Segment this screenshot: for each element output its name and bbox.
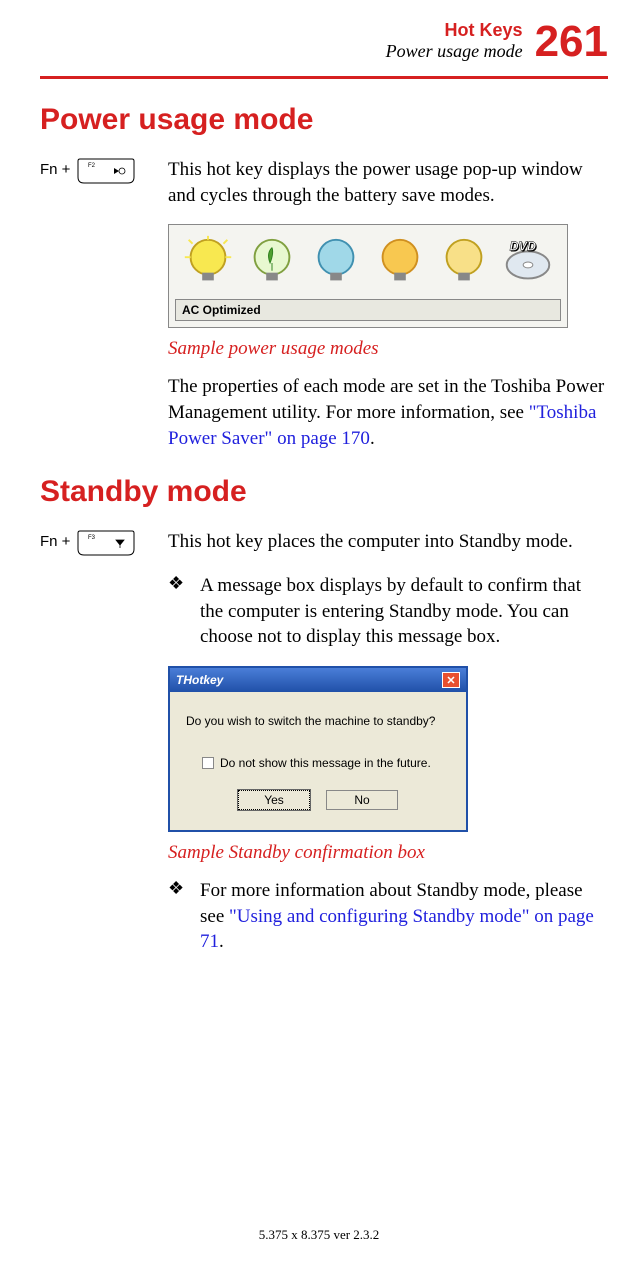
power-caption: Sample power usage modes [168,338,608,360]
f3-key-icon: F3 [76,529,136,557]
bulb-blue-icon [307,235,365,291]
bullet1-text: A message box displays by default to con… [200,573,608,650]
bullet2-b: . [219,931,224,952]
standby-intro-text: This hot key places the computer into St… [168,529,608,557]
bullet-standby-1: ❖ A message box displays by default to c… [168,573,608,650]
standby-config-link[interactable]: "Using and configuring Standby mode" on … [200,906,594,953]
hotkey-row-standby: Fn + F3 This hot key places the computer… [40,529,608,557]
fn-label-2: Fn + [40,529,70,550]
checkbox-label: Do not show this message in the future. [220,756,431,770]
bullet2-text: For more information about Standby mode,… [200,878,608,955]
bullet-standby-2: ❖ For more information about Standby mod… [168,878,608,955]
yes-button[interactable]: Yes [238,790,310,810]
ac-optimized-label: AC Optimized [175,299,561,321]
bulb-orange-icon [371,235,429,291]
bulb-green-icon [243,235,301,291]
svg-text:DVD: DVD [510,240,537,254]
svg-text:F2: F2 [88,163,96,169]
section-title-power: Power usage mode [40,103,608,137]
section-title-standby: Standby mode [40,475,608,509]
hot-keys-title: Hot Keys [386,20,523,41]
hotkey-row-power: Fn + F2 This hot key displays the power … [40,157,608,208]
para-text-b: . [370,428,375,449]
bullet-icon: ❖ [168,573,186,650]
power-modes-widget: DVD DVD AC Optimized [168,224,608,328]
close-icon[interactable]: ✕ [442,672,460,688]
header-divider [40,76,608,79]
dialog-title-text: THotkey [176,673,223,687]
dialog-wrapper: THotkey ✕ Do you wish to switch the mach… [168,666,608,832]
bulb-yellow2-icon [435,235,493,291]
dvd-disc-icon: DVD DVD [499,235,557,291]
bullet-icon-2: ❖ [168,878,186,955]
f2-key-icon: F2 [76,157,136,185]
standby-caption: Sample Standby confirmation box [168,842,608,864]
header-subtitle: Power usage mode [386,41,523,62]
bulb-yellow-icon [179,235,237,291]
fn-label: Fn + [40,157,70,178]
page-header: Hot Keys Power usage mode 261 [40,20,608,64]
svg-text:F3: F3 [88,535,96,541]
power-para: The properties of each mode are set in t… [168,374,608,451]
dialog-checkbox[interactable] [202,757,214,769]
footer-version: 5.375 x 8.375 ver 2.3.2 [0,1227,638,1243]
dialog-message: Do you wish to switch the machine to sta… [186,714,450,728]
thotkey-dialog: THotkey ✕ Do you wish to switch the mach… [168,666,468,832]
page-number: 261 [535,20,608,64]
no-button[interactable]: No [326,790,398,810]
power-intro-text: This hot key displays the power usage po… [168,157,608,208]
